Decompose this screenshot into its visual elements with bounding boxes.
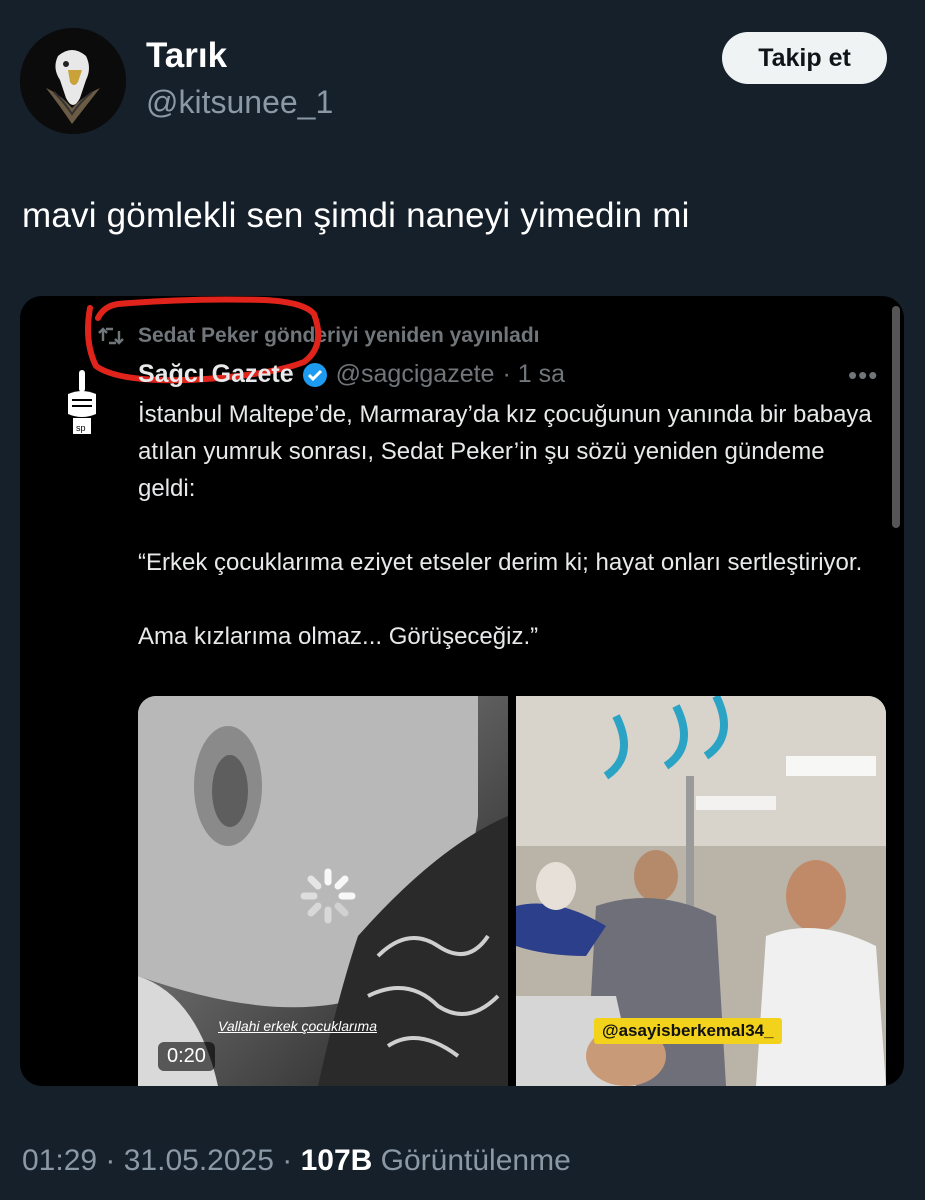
svg-text:sp: sp (76, 423, 86, 433)
raised-fist-icon: sp (68, 370, 96, 434)
meta-separator: · (282, 1144, 301, 1177)
more-options-icon: ••• (848, 360, 879, 390)
author-handle[interactable]: @kitsunee_1 (146, 84, 333, 121)
views-label: Görüntülenme (380, 1144, 571, 1177)
meta-separator: · (105, 1144, 124, 1177)
post-date[interactable]: 31.05.2025 (124, 1144, 274, 1177)
views-count[interactable]: 107B (301, 1144, 373, 1177)
verified-badge-icon (302, 362, 327, 387)
photo-thumbnail: @asayisberkemal34_ (516, 696, 886, 1086)
video-thumbnail: Vallahi erkek çocuklarıma 0:20 (138, 696, 508, 1086)
eagle-avatar-icon (20, 28, 126, 134)
author-avatar[interactable] (20, 28, 126, 134)
video-duration: 0:20 (158, 1042, 215, 1071)
author-name[interactable]: Tarık (146, 36, 227, 76)
embedded-image[interactable]: Sedat Peker gönderiyi yeniden yayınladı … (20, 296, 904, 1086)
tweet-text: mavi gömlekli sen şimdi naneyi yimedin m… (22, 196, 690, 235)
inner-post-body: İstanbul Maltepe’de, Marmaray’da kız çoc… (138, 401, 872, 650)
inner-account-handle: @sagcigazete (335, 360, 495, 388)
post-meta-line: 01:29 · 31.05.2025 · 107B Görüntülenme (22, 1144, 571, 1178)
video-caption: Vallahi erkek çocuklarıma (218, 1018, 377, 1034)
inner-account-header: Sağcı Gazete @sagcigazete · 1 sa (138, 360, 565, 389)
post-time[interactable]: 01:29 (22, 1144, 97, 1177)
inner-post-time: · 1 sa (502, 360, 565, 388)
photo-watermark: @asayisberkemal34_ (594, 1018, 782, 1044)
loading-spinner-icon (300, 868, 356, 924)
follow-button[interactable]: Takip et (722, 32, 887, 84)
inner-account-name: Sağcı Gazete (138, 360, 294, 388)
scrollbar-thumb (892, 306, 900, 528)
